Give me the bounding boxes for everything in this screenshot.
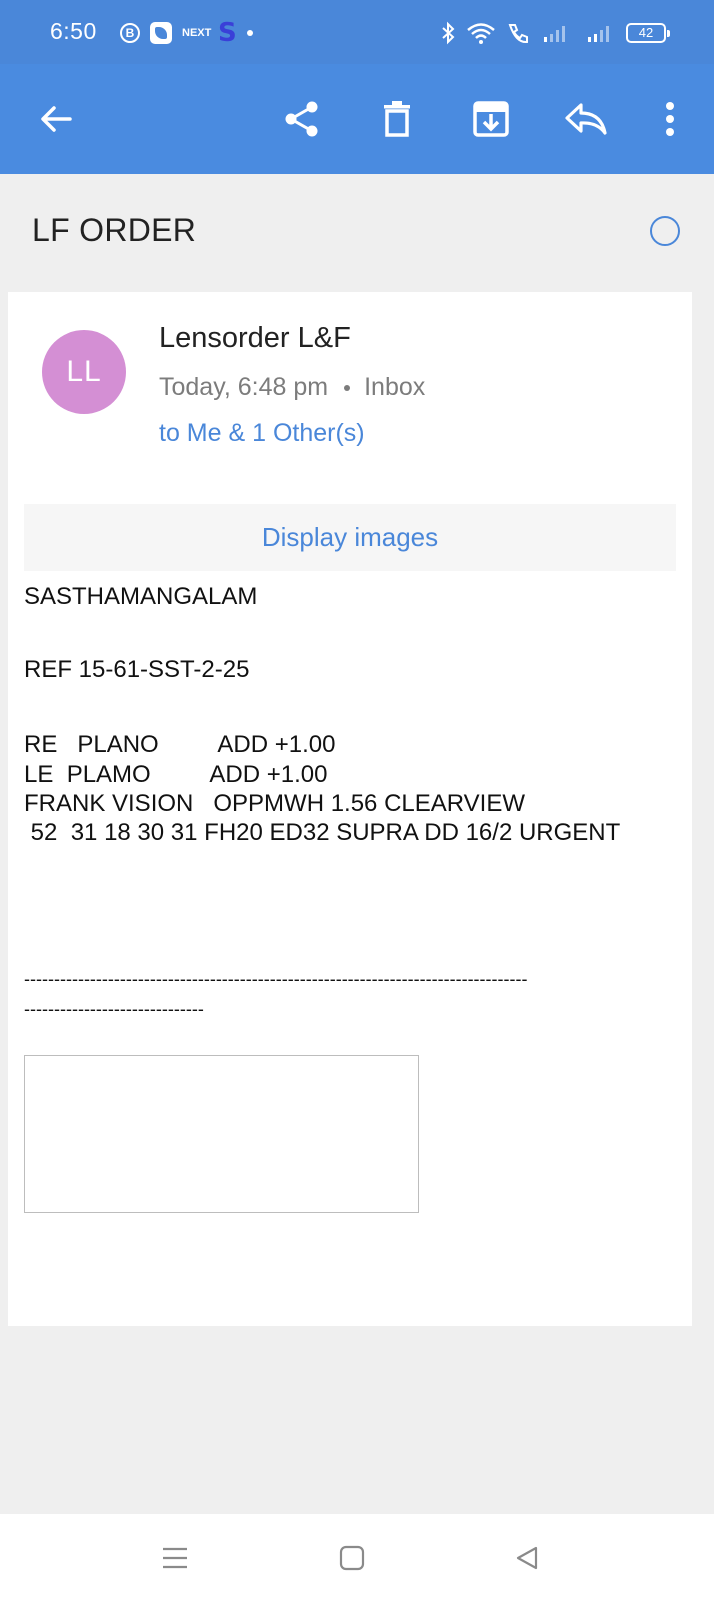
wifi-icon	[467, 23, 495, 44]
s-icon: S	[218, 18, 237, 48]
signature-divider: ----------------------------------------…	[24, 969, 528, 989]
signal-icon	[544, 26, 565, 42]
back-arrow-icon	[41, 106, 72, 132]
message-time: Today, 6:48 pm	[159, 373, 329, 401]
b-circle-icon: B	[120, 23, 140, 43]
reply-icon	[565, 103, 607, 135]
dot-icon	[246, 30, 253, 36]
email-subject: LF ORDER	[32, 212, 197, 248]
body-line: 52 31 18 30 31 FH20 ED32 SUPRA DD 16/2 U…	[24, 819, 621, 846]
signal-icon-2	[588, 26, 609, 42]
body-line: FRANK VISION OPPMWH 1.56 CLEARVIEW	[24, 790, 525, 817]
body-line: REF 15-61-SST-2-25	[24, 656, 250, 683]
separator-dot-icon	[344, 384, 351, 391]
more-vert-icon	[666, 102, 674, 136]
toolbar	[0, 64, 714, 174]
navigation-bar	[0, 1514, 714, 1599]
archive-icon	[473, 101, 509, 137]
bluetooth-icon	[442, 21, 455, 45]
call-icon	[508, 24, 528, 44]
menu-icon	[163, 1547, 187, 1569]
share-button[interactable]	[274, 91, 330, 147]
home-button[interactable]	[330, 1536, 374, 1580]
sender-name[interactable]: Lensorder L&F	[159, 322, 351, 355]
delete-button[interactable]	[369, 91, 425, 147]
news-icon: NEXT	[182, 27, 212, 39]
select-checkbox[interactable]	[650, 216, 680, 246]
signature-divider: ------------------------------	[24, 999, 204, 1019]
back-nav-button[interactable]	[505, 1536, 549, 1580]
body-line: LE PLAMO ADD +1.00	[24, 761, 328, 788]
status-bar: 6:50 B NEXT S 42	[0, 0, 714, 64]
message-meta: Today, 6:48 pm Inbox	[159, 373, 425, 402]
recents-button[interactable]	[153, 1536, 197, 1580]
recipients-link[interactable]: to Me & 1 Other(s)	[159, 419, 365, 448]
app-icon	[150, 22, 172, 44]
image-placeholder	[24, 1055, 419, 1213]
body-line: SASTHAMANGALAM	[24, 583, 258, 610]
notification-icons: B NEXT S	[120, 18, 253, 48]
status-time: 6:50	[50, 18, 97, 44]
avatar[interactable]: LL	[42, 330, 126, 414]
display-images-button[interactable]: Display images	[24, 504, 676, 571]
body-line: RE PLANO ADD +1.00	[24, 731, 336, 758]
battery-icon: 42	[626, 23, 670, 43]
share-icon	[285, 101, 318, 137]
delete-icon	[384, 101, 410, 137]
message-folder: Inbox	[364, 373, 426, 401]
back-button[interactable]	[28, 91, 84, 147]
archive-button[interactable]	[463, 91, 519, 147]
system-icons: 42	[440, 18, 670, 48]
reply-button[interactable]	[558, 91, 614, 147]
subject-row: LF ORDER	[0, 174, 714, 292]
more-button[interactable]	[642, 91, 698, 147]
back-triangle-icon	[516, 1546, 538, 1570]
message-card: LL Lensorder L&F Today, 6:48 pm Inbox to…	[8, 292, 692, 1326]
home-icon	[339, 1545, 365, 1571]
